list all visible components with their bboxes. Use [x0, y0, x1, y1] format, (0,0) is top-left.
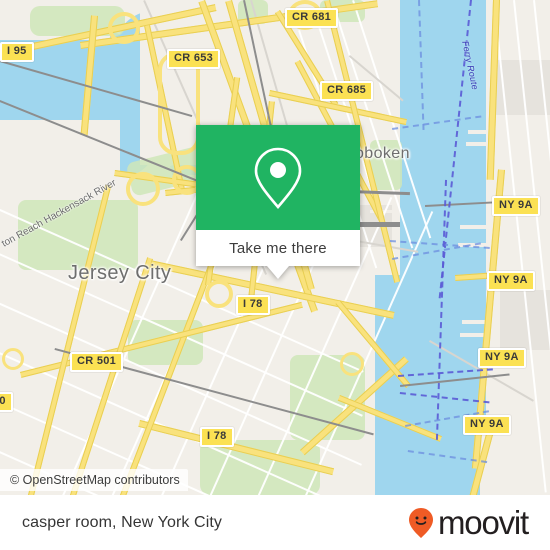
moovit-wordmark: moovit	[438, 504, 529, 541]
road-shield: 40	[0, 392, 13, 412]
moovit-location-screenshot: Ferry Route ton Reach Hackensack River J…	[0, 0, 550, 550]
road-shield: NY 9A	[478, 348, 526, 368]
map-attribution[interactable]: © OpenStreetMap contributors	[0, 469, 188, 491]
interchange-loop-1	[108, 12, 140, 44]
park-liberty	[18, 200, 138, 270]
pier-5	[468, 130, 490, 134]
callout-header	[196, 125, 360, 230]
road-shield: NY 9A	[492, 196, 540, 216]
interchange-loop-5	[205, 280, 233, 308]
callout-action[interactable]: Take me there	[196, 230, 360, 266]
road-shield: I 95	[0, 42, 34, 62]
road-shield: CR 501	[70, 352, 124, 372]
location-callout-card[interactable]: Take me there	[196, 125, 360, 279]
pier-1	[460, 225, 490, 229]
footer-bar: casper room, New York City moovit	[0, 495, 550, 550]
land-bayonne-strip	[0, 120, 120, 190]
map-canvas[interactable]: Ferry Route ton Reach Hackensack River J…	[0, 0, 550, 495]
road-shield: NY 9A	[463, 415, 511, 435]
interchange-loop-8	[2, 348, 24, 370]
place-label: oboken	[355, 145, 410, 162]
road-shield: CR 653	[167, 49, 221, 69]
place-label: Jersey City	[68, 262, 172, 284]
road-shield: CR 685	[320, 81, 374, 101]
road-shield: I 78	[200, 427, 234, 447]
road-shield: I 78	[236, 295, 270, 315]
moovit-logo[interactable]: moovit	[408, 504, 529, 541]
road-shield: NY 9A	[487, 271, 535, 291]
callout-tail-pointer	[267, 266, 289, 279]
attribution-text: © OpenStreetMap contributors	[10, 473, 180, 487]
pier-6	[466, 142, 490, 146]
callout-action-label: Take me there	[229, 239, 327, 257]
location-title: casper room, New York City	[22, 513, 223, 531]
moovit-smiley-pin-icon	[409, 507, 433, 538]
road-shield: CR 681	[285, 8, 339, 28]
interchange-loop-3	[126, 172, 160, 206]
map-pin-icon	[254, 147, 302, 209]
interchange-loop-7	[340, 352, 364, 376]
railway-6	[355, 222, 400, 227]
